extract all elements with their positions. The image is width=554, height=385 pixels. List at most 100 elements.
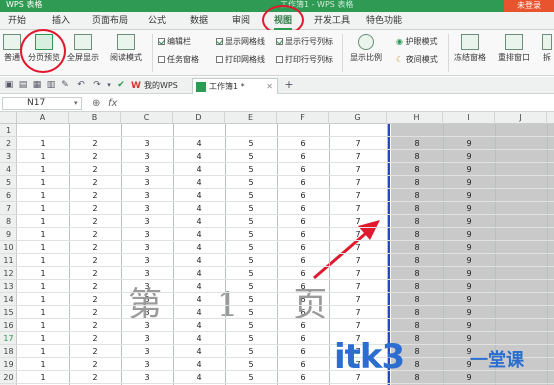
undo-icon[interactable]: ↶ — [76, 80, 86, 90]
show-gridlines-label: 显示网格线 — [225, 37, 265, 46]
row-header-18[interactable]: 18 — [0, 345, 17, 358]
night-mode-toggle[interactable]: ☾ 夜间模式 — [396, 54, 438, 66]
tab-developer[interactable]: 开发工具 — [314, 12, 350, 30]
print-icon[interactable]: ▤ — [18, 80, 28, 90]
my-wps-tab[interactable]: W 我的WPS — [128, 78, 186, 94]
column-header-g[interactable]: G — [329, 112, 387, 124]
zoom-formula-icon[interactable]: ⊕ — [92, 97, 100, 110]
new-tab-button[interactable]: + — [284, 79, 294, 90]
row-header-16[interactable]: 16 — [0, 319, 17, 332]
format-painter-icon[interactable]: ✎ — [60, 80, 70, 90]
task-pane-checkbox[interactable]: 任务窗格 — [158, 54, 199, 66]
column-header-b[interactable]: B — [69, 112, 121, 124]
column-header-a[interactable]: A — [17, 112, 69, 124]
login-button[interactable]: 未登录 — [504, 0, 554, 12]
checkbox-icon — [158, 38, 165, 45]
column-gridline — [277, 124, 278, 385]
print-headers-checkbox[interactable]: 打印行号列标 — [276, 54, 333, 66]
more-icon[interactable]: ▾ — [104, 80, 114, 90]
row-header-2[interactable]: 2 — [0, 137, 17, 150]
eye-mode-toggle[interactable]: ◉ 护眼模式 — [396, 36, 438, 48]
row-header-3[interactable]: 3 — [0, 150, 17, 163]
row-gridline — [17, 344, 554, 345]
row-header-15[interactable]: 15 — [0, 306, 17, 319]
row-header-5[interactable]: 5 — [0, 176, 17, 189]
row-gridline — [17, 240, 554, 241]
select-all-corner[interactable] — [0, 112, 17, 124]
row-header-13[interactable]: 13 — [0, 280, 17, 293]
column-gridline — [69, 124, 70, 385]
tab-formulas[interactable]: 公式 — [148, 12, 166, 30]
column-header-f[interactable]: F — [277, 112, 329, 124]
row-header-14[interactable]: 14 — [0, 293, 17, 306]
checkbox-icon — [158, 56, 165, 63]
print-preview-icon[interactable]: ▦ — [32, 80, 42, 90]
row-header-20[interactable]: 20 — [0, 371, 17, 384]
checkbox-icon — [276, 56, 283, 63]
column-header-i[interactable]: I — [443, 112, 495, 124]
tab-insert[interactable]: 插入 — [52, 12, 70, 30]
row-header-8[interactable]: 8 — [0, 215, 17, 228]
close-icon[interactable]: ✕ — [266, 79, 273, 95]
tab-home[interactable]: 开始 — [8, 12, 26, 30]
chevron-down-icon[interactable]: ▾ — [74, 97, 78, 110]
column-header-d[interactable]: D — [173, 112, 225, 124]
show-headers-checkbox[interactable]: 显示行号列标 — [276, 36, 333, 48]
tab-special[interactable]: 特色功能 — [366, 12, 402, 30]
ribbon-divider — [448, 34, 449, 72]
eye-icon: ◉ — [396, 37, 406, 46]
task-pane-label: 任务窗格 — [167, 55, 199, 64]
grid-icon — [3, 34, 21, 50]
ribbon-divider — [152, 34, 153, 72]
rearrange-windows-button[interactable]: 重排窗口 — [492, 32, 536, 74]
checkbox-icon — [216, 56, 223, 63]
row-header-11[interactable]: 11 — [0, 254, 17, 267]
moon-icon: ☾ — [396, 55, 406, 64]
row-header-9[interactable]: 9 — [0, 228, 17, 241]
column-header-e[interactable]: E — [225, 112, 277, 124]
column-header-c[interactable]: C — [121, 112, 173, 124]
row-header-7[interactable]: 7 — [0, 202, 17, 215]
tab-data[interactable]: 数据 — [190, 12, 208, 30]
row-gridline — [17, 201, 554, 202]
column-header-h[interactable]: H — [391, 112, 443, 124]
magnifier-icon — [358, 34, 374, 50]
print-headers-label: 打印行号列标 — [285, 55, 333, 64]
save-icon[interactable]: ▣ — [4, 80, 14, 90]
tab-review[interactable]: 审阅 — [232, 12, 250, 30]
row-gridline — [17, 188, 554, 189]
reading-mode-button[interactable]: 阅读模式 — [104, 32, 148, 74]
spreadsheet-grid[interactable]: ABCDEFGHIJ 1 2 3 4 5 6 7 8 9 10 11 12 13 14 15 16 17 18 19… — [0, 112, 554, 385]
formula-bar-checkbox[interactable]: 编辑栏 — [158, 36, 191, 48]
row-header-6[interactable]: 6 — [0, 189, 17, 202]
tab-page-layout[interactable]: 页面布局 — [92, 12, 128, 30]
zoom-button[interactable]: 显示比例 — [346, 32, 386, 74]
full-screen-button[interactable]: 全屏显示 — [64, 32, 102, 74]
row-gridline — [17, 162, 554, 163]
redo-icon[interactable]: ↷ — [92, 80, 102, 90]
workbook-tab[interactable]: 工作簿1 * ✕ — [192, 78, 278, 94]
column-gridline — [329, 124, 330, 385]
row-gridline — [17, 318, 554, 319]
annotation-arrow — [313, 220, 380, 280]
my-wps-label: 我的WPS — [144, 81, 178, 90]
row-header-12[interactable]: 12 — [0, 267, 17, 280]
print-gridlines-checkbox[interactable]: 打印网格线 — [216, 54, 265, 66]
name-box[interactable]: N17 — [2, 97, 82, 110]
eye-mode-label: 护眼模式 — [405, 37, 438, 46]
row-header-4[interactable]: 4 — [0, 163, 17, 176]
export-icon[interactable]: ▥ — [46, 80, 56, 90]
fx-button[interactable]: fx — [108, 97, 117, 110]
column-header-j[interactable]: J — [495, 112, 547, 124]
checkbox-icon — [276, 38, 283, 45]
column-gridline — [443, 124, 444, 385]
rearrange-label: 重排窗口 — [498, 53, 530, 62]
row-header-17[interactable]: 17 — [0, 332, 17, 345]
split-button[interactable]: 拆 — [540, 32, 554, 74]
row-header-10[interactable]: 10 — [0, 241, 17, 254]
row-header-19[interactable]: 19 — [0, 358, 17, 371]
full-screen-label: 全屏显示 — [67, 53, 99, 62]
show-gridlines-checkbox[interactable]: 显示网格线 — [216, 36, 265, 48]
freeze-panes-button[interactable]: 冻结窗格 — [450, 32, 490, 74]
row-header-1[interactable]: 1 — [0, 124, 17, 137]
